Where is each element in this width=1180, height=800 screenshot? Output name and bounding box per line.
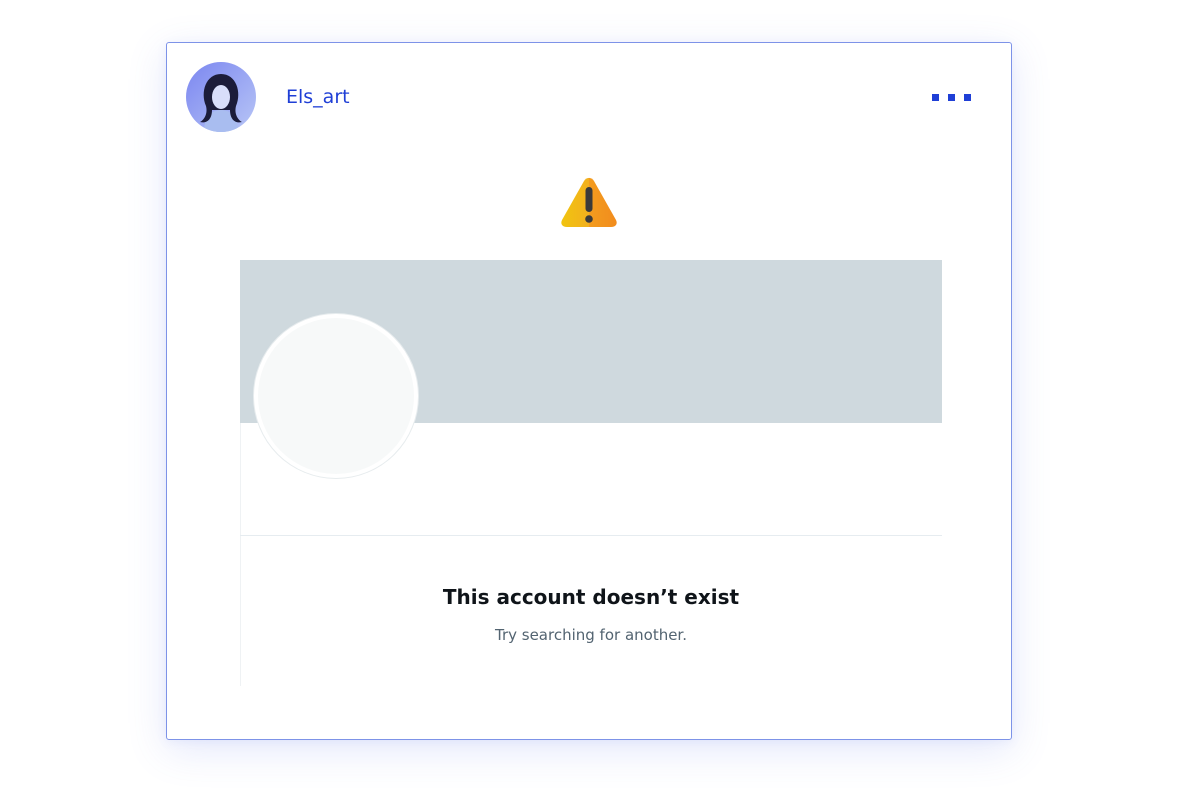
profile-picture-placeholder (254, 314, 418, 478)
error-title: This account doesn’t exist (442, 585, 740, 609)
more-dots-icon (932, 94, 939, 101)
embed-divider (240, 535, 942, 536)
more-options-button[interactable] (925, 86, 975, 110)
page: Els_art This account doesn’t exist Try s… (0, 0, 1180, 800)
username-link[interactable]: Els_art (286, 83, 350, 111)
error-subtitle: Try searching for another. (494, 626, 687, 644)
user-avatar[interactable] (186, 62, 256, 132)
embedded-profile: This account doesn’t exist Try searching… (240, 260, 942, 686)
post-card: Els_art This account doesn’t exist Try s… (166, 42, 1012, 740)
avatar-image (186, 62, 256, 132)
warning-triangle-icon (560, 176, 618, 228)
